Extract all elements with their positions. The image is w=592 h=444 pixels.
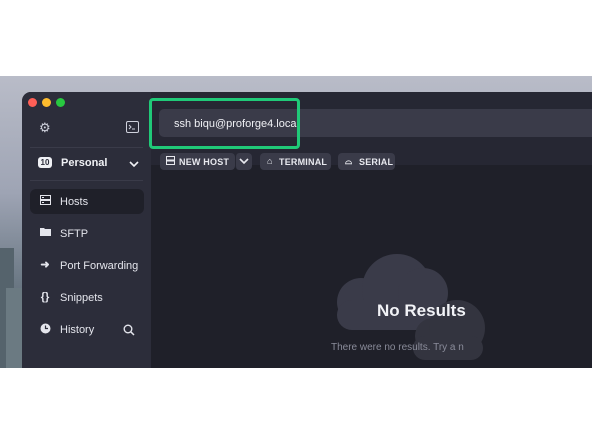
sidebar-item-port-forwarding[interactable]: ➜ Port Forwarding [30, 253, 144, 278]
zoom-window-button[interactable] [56, 98, 65, 107]
new-host-label: NEW HOST [179, 157, 230, 167]
hosts-icon [166, 156, 175, 167]
chevron-down-icon [239, 157, 249, 168]
minimize-window-button[interactable] [42, 98, 51, 107]
sidebar-item-label: Port Forwarding [60, 260, 139, 272]
vault-label: Personal [61, 157, 108, 169]
terminal-icon: ⌂ [267, 156, 273, 166]
background-building [6, 288, 22, 368]
serial-label: SERIAL [359, 157, 394, 167]
sidebar-divider [30, 180, 143, 181]
sidebar-item-sftp[interactable]: SFTP [30, 221, 144, 246]
new-host-dropdown-button[interactable] [235, 153, 252, 170]
clock-icon [39, 323, 51, 335]
vault-selector[interactable]: 10 Personal [30, 152, 144, 174]
sidebar-item-label: Snippets [60, 292, 103, 304]
empty-state-description: There were no results. Try a n [331, 342, 464, 353]
serial-icon: ⌓ [345, 156, 353, 166]
hosts-icon [39, 195, 51, 207]
sidebar-divider [30, 147, 143, 148]
terminal-icon[interactable] [126, 121, 139, 135]
folder-icon [39, 227, 51, 239]
sidebar-item-hosts[interactable]: Hosts [30, 189, 144, 214]
search-icon[interactable] [123, 323, 135, 341]
sidebar-item-label: History [60, 324, 95, 336]
empty-state-title: No Results [377, 301, 466, 320]
sidebar-item-history[interactable]: History [30, 317, 144, 342]
search-input-highlight [149, 98, 300, 149]
close-window-button[interactable] [28, 98, 37, 107]
terminal-button[interactable]: ⌂ TERMINAL [260, 153, 331, 170]
chevron-down-icon[interactable] [129, 156, 139, 174]
sidebar: ⚙ 10 Personal Hosts SFTP ➜ Port Forwardi… [22, 92, 151, 368]
gear-icon[interactable]: ⚙ [39, 121, 51, 134]
sidebar-item-label: SFTP [60, 228, 89, 240]
new-host-button[interactable]: NEW HOST [160, 153, 235, 170]
terminal-label: TERMINAL [279, 157, 328, 167]
serial-button[interactable]: ⌓ SERIAL [338, 153, 395, 170]
braces-icon: {} [40, 291, 50, 303]
vault-icon: 10 [38, 157, 52, 168]
sidebar-item-label: Hosts [60, 196, 89, 208]
sidebar-item-snippets[interactable]: {} Snippets [30, 285, 144, 310]
app-window: ⚙ 10 Personal Hosts SFTP ➜ Port Forwardi… [22, 92, 592, 368]
arrow-forward-icon: ➜ [40, 259, 50, 271]
